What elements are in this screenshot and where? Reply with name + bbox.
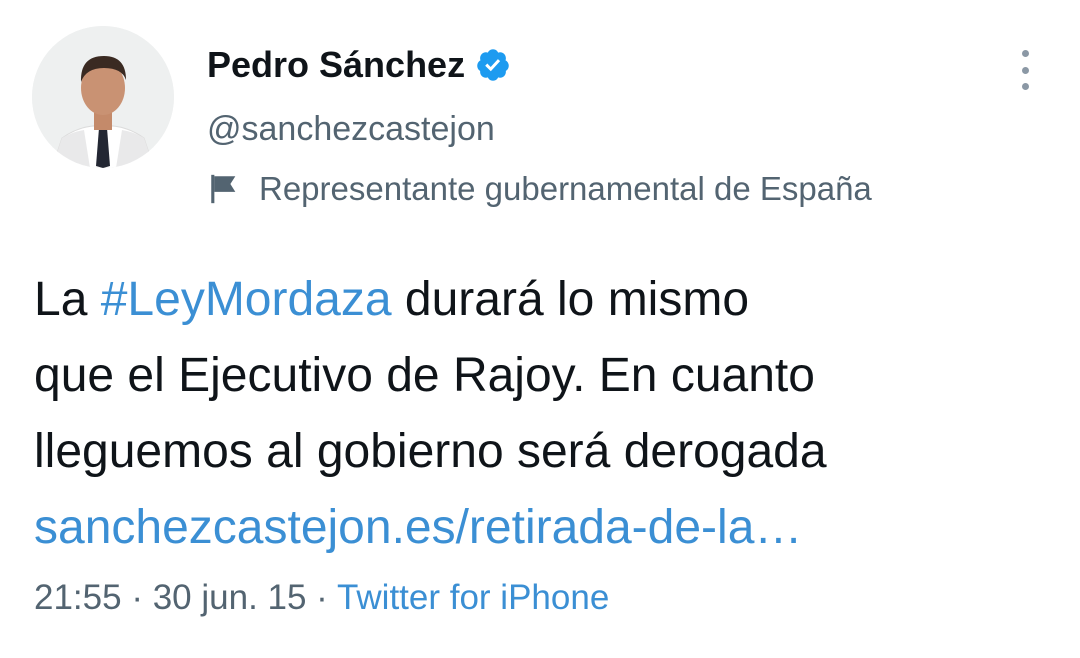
- tweet-url-link[interactable]: sanchezcastejon.es/retirada-de-la…: [34, 490, 1054, 566]
- tweet-time[interactable]: 21:55: [34, 578, 122, 617]
- meta-separator: ·: [306, 578, 337, 617]
- more-dot: [1021, 50, 1029, 57]
- verified-badge-icon: [477, 49, 509, 81]
- tweet-card: Pedro Sánchez @sanchezcastejon Represent…: [0, 0, 1080, 658]
- more-options-icon[interactable]: [1010, 50, 1040, 90]
- meta-separator: ·: [121, 578, 153, 617]
- display-name[interactable]: Pedro Sánchez: [207, 44, 465, 86]
- tweet-line-3: lleguemos al gobierno será derogada: [34, 425, 827, 478]
- hashtag-link[interactable]: #LeyMordaza: [101, 273, 392, 326]
- name-row: Pedro Sánchez: [207, 40, 511, 90]
- tweet-date[interactable]: 30 jun. 15: [153, 578, 307, 617]
- user-handle[interactable]: @sanchezcastejon: [207, 110, 495, 149]
- tweet-meta: 21:55 · 30 jun. 15 · Twitter for iPhone: [34, 578, 609, 618]
- tweet-source-link[interactable]: Twitter for iPhone: [337, 578, 609, 617]
- tweet-text: La #LeyMordaza durará lo mismo que el Ej…: [34, 262, 1054, 566]
- more-dot: [1021, 66, 1029, 74]
- government-label-text: Representante gubernamental de España: [259, 170, 872, 207]
- more-dot: [1021, 83, 1029, 90]
- avatar[interactable]: [32, 26, 174, 168]
- tweet-text-prefix: La: [34, 273, 101, 326]
- tweet-line-1: La #LeyMordaza durará lo mismo: [34, 262, 1054, 338]
- flag-icon: [211, 174, 236, 204]
- tweet-line-2: que el Ejecutivo de Rajoy. En cuanto: [34, 349, 815, 402]
- tweet-text-rest: durará lo mismo: [391, 273, 750, 326]
- government-label[interactable]: Representante gubernamental de España: [207, 170, 872, 208]
